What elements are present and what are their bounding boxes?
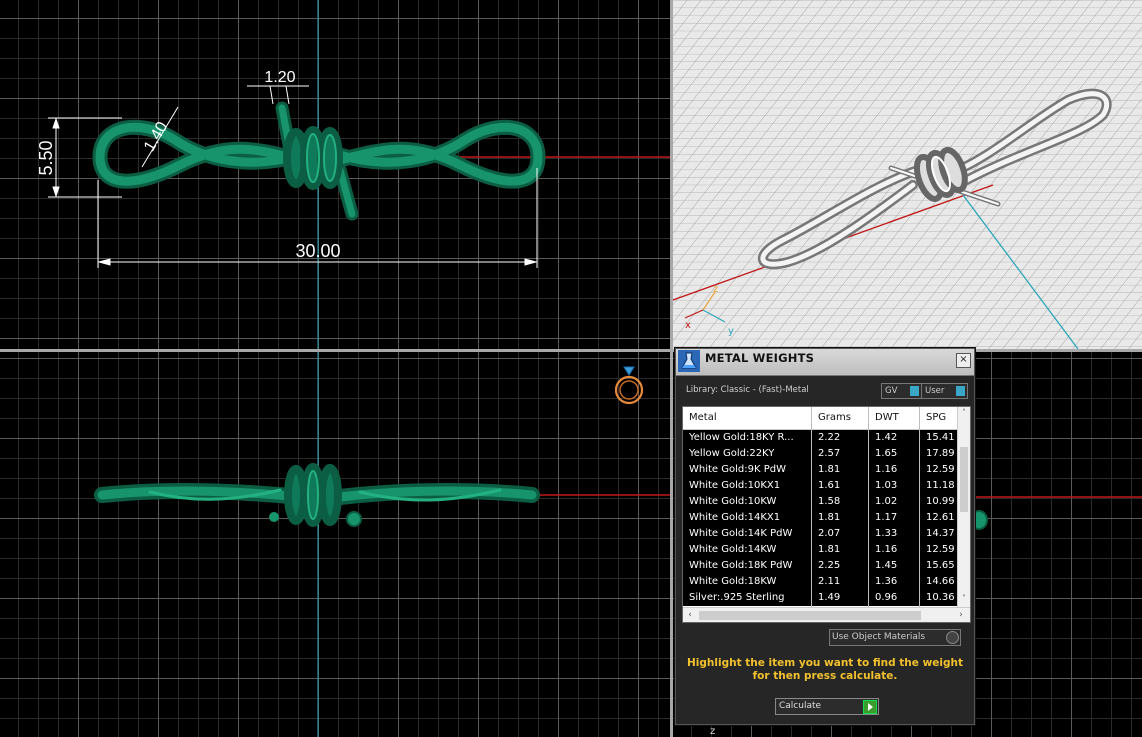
cell-metal: White Gold:10KX1 xyxy=(689,480,781,491)
play-icon[interactable] xyxy=(863,700,877,714)
library-label: Library: Classic - (Fast)-Metal xyxy=(686,385,809,395)
cell-dwt: 1.17 xyxy=(875,512,898,523)
table-row[interactable]: White Gold:18K PdW 2.25 1.45 15.65 xyxy=(683,558,958,574)
table-row[interactable]: Silver:.925 Sterling 1.49 0.96 10.36 xyxy=(683,590,958,606)
col-divider[interactable] xyxy=(919,407,920,607)
dim-height: 5.50 xyxy=(36,140,56,175)
viewport-perspective[interactable]: x z y xyxy=(673,0,1142,349)
table-row[interactable]: White Gold:14K PdW 2.07 1.33 14.37 xyxy=(683,526,958,542)
horizontal-scrollbar[interactable]: ‹ › xyxy=(683,607,970,622)
user-toggle[interactable]: User xyxy=(921,383,968,399)
table-row[interactable]: White Gold:10KW 1.58 1.02 10.99 xyxy=(683,494,958,510)
cell-dwt: 0.96 xyxy=(875,592,898,603)
cell-metal: White Gold:14KW xyxy=(689,544,777,555)
axis-x-label: x xyxy=(685,320,691,331)
cell-dwt: 1.42 xyxy=(875,432,898,443)
cell-dwt: 1.33 xyxy=(875,528,898,539)
cell-dwt: 1.36 xyxy=(875,576,898,587)
viewport-front[interactable] xyxy=(0,352,670,737)
instruction-line-2: for then press calculate. xyxy=(752,670,898,682)
viewport-top[interactable]: 5.50 1.40 1.20 30.00 xyxy=(0,0,670,349)
user-toggle-label: User xyxy=(925,386,945,396)
viewport-divider-vertical[interactable] xyxy=(670,0,673,737)
cell-metal: Silver:.925 Sterling xyxy=(689,592,785,603)
cell-metal: Yellow Gold:18KY R... xyxy=(689,432,794,443)
cell-grams: 2.25 xyxy=(818,560,841,571)
cell-grams: 2.11 xyxy=(818,576,841,587)
close-button[interactable]: × xyxy=(956,353,971,368)
scroll-left-arrow[interactable]: ‹ xyxy=(684,609,696,621)
table-row[interactable]: White Gold:14KX1 1.81 1.17 12.61 xyxy=(683,510,958,526)
axis-z-label: z xyxy=(710,726,715,737)
dim-barb: 1.20 xyxy=(264,69,295,86)
cell-grams: 1.81 xyxy=(818,512,841,523)
col-divider[interactable] xyxy=(811,407,812,607)
cell-metal: Yellow Gold:22KY xyxy=(689,448,775,459)
table-row[interactable]: Yellow Gold:22KY 2.57 1.65 17.89 xyxy=(683,446,958,462)
flask-logo-icon xyxy=(678,350,700,372)
vertical-scroll-thumb[interactable] xyxy=(960,447,968,512)
cell-grams: 2.22 xyxy=(818,432,841,443)
panel-title: METAL WEIGHTS xyxy=(705,351,815,365)
calculate-button[interactable]: Calculate xyxy=(775,698,879,715)
cell-dwt: 1.45 xyxy=(875,560,898,571)
metal-weights-panel: METAL WEIGHTS × Library: Classic - (Fast… xyxy=(675,348,975,725)
front-view-drawing xyxy=(94,352,670,737)
gv-toggle[interactable]: GV xyxy=(881,383,922,399)
col-metal[interactable]: Metal xyxy=(689,412,811,423)
cell-grams: 2.57 xyxy=(818,448,841,459)
barbed-wire-model-top xyxy=(92,101,546,221)
ring-icon xyxy=(614,366,644,405)
use-object-materials-label: Use Object Materials xyxy=(832,632,926,642)
table-row[interactable]: White Gold:14KW 1.81 1.16 12.59 xyxy=(683,542,958,558)
cell-grams: 2.07 xyxy=(818,528,841,539)
user-toggle-knob xyxy=(956,386,965,396)
table-row[interactable]: Yellow Gold:18KY R... 2.22 1.42 15.41 xyxy=(683,430,958,446)
table-row[interactable]: White Gold:10KX1 1.61 1.03 11.18 xyxy=(683,478,958,494)
top-view-drawing: 5.50 1.40 1.20 30.00 xyxy=(36,0,670,349)
axis-y-label: y xyxy=(728,326,734,337)
scroll-right-arrow[interactable]: › xyxy=(955,609,967,621)
cell-grams: 1.49 xyxy=(818,592,841,603)
use-object-materials-option[interactable]: Use Object Materials xyxy=(829,629,961,646)
cell-metal: White Gold:10KW xyxy=(689,496,777,507)
table-header: Metal Grams DWT SPG xyxy=(683,407,958,430)
cell-dwt: 1.16 xyxy=(875,544,898,555)
cell-dwt: 1.02 xyxy=(875,496,898,507)
cell-grams: 1.61 xyxy=(818,480,841,491)
instruction-line-1: Highlight the item you want to find the … xyxy=(687,657,963,669)
cell-metal: White Gold:9K PdW xyxy=(689,464,786,475)
cell-dwt: 1.65 xyxy=(875,448,898,459)
cell-dwt: 1.03 xyxy=(875,480,898,491)
scroll-up-arrow[interactable]: ˄ xyxy=(958,407,970,419)
cell-metal: White Gold:14KX1 xyxy=(689,512,781,523)
cell-metal: White Gold:18K PdW xyxy=(689,560,793,571)
horizontal-scroll-thumb[interactable] xyxy=(699,611,921,620)
scroll-down-arrow[interactable]: ˅ xyxy=(958,593,970,605)
table-row[interactable]: White Gold:18KW 2.11 1.36 14.66 xyxy=(683,574,958,590)
radio-button-icon[interactable] xyxy=(946,631,959,644)
gv-toggle-label: GV xyxy=(885,386,898,396)
cell-grams: 1.81 xyxy=(818,464,841,475)
panel-titlebar[interactable]: METAL WEIGHTS × xyxy=(676,349,974,376)
col-dwt[interactable]: DWT xyxy=(875,412,919,423)
gv-toggle-knob xyxy=(910,386,919,396)
table-row[interactable]: White Gold:9K PdW 1.81 1.16 12.59 xyxy=(683,462,958,478)
calculate-label: Calculate xyxy=(779,701,822,711)
perspective-drawing: x z y xyxy=(673,0,1142,349)
cell-metal: White Gold:18KW xyxy=(689,576,777,587)
axis-z-label: z xyxy=(713,284,718,295)
cell-metal: White Gold:14K PdW xyxy=(689,528,793,539)
col-grams[interactable]: Grams xyxy=(818,412,868,423)
cell-dwt: 1.16 xyxy=(875,464,898,475)
col-divider[interactable] xyxy=(868,407,869,607)
barbed-wire-model-front xyxy=(94,463,540,527)
dim-length: 30.00 xyxy=(295,241,340,261)
metal-table[interactable]: Metal Grams DWT SPG Yellow Gold:18KY R..… xyxy=(682,406,971,623)
vertical-scrollbar[interactable]: ˄ ˅ xyxy=(957,407,970,607)
cell-grams: 1.58 xyxy=(818,496,841,507)
cell-grams: 1.81 xyxy=(818,544,841,555)
instruction-text: Highlight the item you want to find the … xyxy=(684,657,966,683)
